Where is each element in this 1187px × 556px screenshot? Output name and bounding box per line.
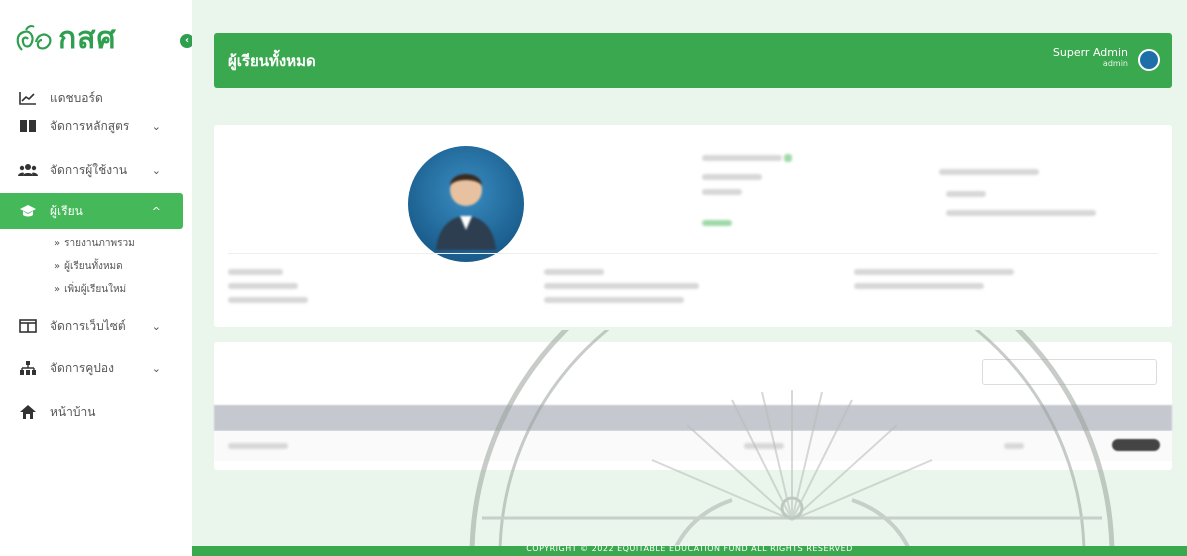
sidebar-item-home[interactable]: หน้าบ้าน: [0, 394, 183, 430]
logo-mark-icon: [16, 25, 52, 51]
profile-avatar: [408, 146, 524, 262]
double-chevron-icon: »: [54, 284, 61, 295]
action-button[interactable]: [1112, 439, 1160, 451]
sidebar-item-courses[interactable]: จัดการหลักสูตร ⌄: [0, 108, 183, 144]
blurred-text: [744, 443, 784, 449]
logo[interactable]: กสศ: [14, 22, 117, 56]
sidebar-item-label: จัดการหลักสูตร: [50, 118, 130, 133]
sidebar-item-label: แดชบอร์ด: [50, 90, 103, 105]
sitemap-icon: [18, 360, 38, 376]
chevron-down-icon: ⌄: [151, 319, 161, 333]
sidebar-item-users[interactable]: จัดการผู้ใช้งาน ⌄: [0, 152, 183, 188]
blurred-text: [228, 269, 283, 275]
blurred-text: [702, 189, 742, 195]
profile-card: [214, 125, 1172, 327]
sidebar-item-label: จัดการเว็บไซต์: [50, 318, 126, 333]
blurred-text: [702, 155, 782, 161]
sidebar-item-coupons[interactable]: จัดการคูปอง ⌄: [0, 350, 183, 386]
chevron-down-icon: ⌄: [151, 119, 161, 133]
table-header: [214, 405, 1172, 431]
blurred-text: [228, 283, 298, 289]
page-title: ผู้เรียนทั้งหมด: [228, 51, 316, 70]
sidebar-subitem-label: ผู้เรียนทั้งหมด: [64, 261, 123, 272]
table-row[interactable]: [214, 431, 1172, 461]
avatar[interactable]: [1138, 49, 1160, 71]
sidebar-subitem-all-learners[interactable]: » ผู้เรียนทั้งหมด: [54, 259, 123, 275]
user-name: Superr Admin: [1052, 46, 1128, 59]
sidebar-item-label: หน้าบ้าน: [50, 404, 96, 419]
blurred-text: [939, 169, 1039, 175]
blurred-text: [544, 269, 604, 275]
sidebar-subitem-add-learner[interactable]: » เพิ่มผู้เรียนใหม่: [54, 282, 126, 298]
blurred-badge: [784, 154, 792, 162]
blurred-text: [854, 269, 1014, 275]
chart-line-icon: [18, 90, 38, 106]
blurred-text: [854, 283, 984, 289]
blurred-text: [228, 443, 288, 449]
logo-text: กสศ: [58, 21, 117, 56]
sidebar-item-label: จัดการคูปอง: [50, 360, 114, 375]
chevron-down-icon: ⌄: [151, 163, 161, 177]
sidebar-item-learners[interactable]: ผู้เรียน ^: [0, 193, 183, 229]
chevron-up-icon: ^: [151, 204, 161, 218]
blurred-text: [544, 283, 699, 289]
columns-icon: [18, 318, 38, 334]
blurred-text: [702, 220, 732, 226]
double-chevron-icon: »: [54, 261, 61, 272]
main-content: ผู้เรียนทั้งหมด Superr Admin admin COPYR…: [192, 0, 1187, 556]
user-menu[interactable]: Superr Admin admin: [1052, 46, 1160, 71]
sidebar-subitem-label: รายงานภาพรวม: [64, 238, 135, 249]
chevron-down-icon: ⌄: [151, 361, 161, 375]
blurred-text: [946, 191, 986, 197]
sidebar-subitem-overview-report[interactable]: » รายงานภาพรวม: [54, 236, 135, 252]
copyright-text: COPYRIGHT © 2022 EQUITABLE EDUCATION FUN…: [526, 544, 853, 553]
graduation-cap-icon: [18, 203, 38, 219]
blurred-text: [702, 174, 762, 180]
page-header: ผู้เรียนทั้งหมด Superr Admin admin: [214, 33, 1172, 88]
blurred-text: [544, 297, 684, 303]
footer: COPYRIGHT © 2022 EQUITABLE EDUCATION FUN…: [192, 544, 1187, 556]
blurred-text: [228, 297, 308, 303]
book-icon: [18, 118, 38, 134]
learners-table-card: [214, 342, 1172, 470]
double-chevron-icon: »: [54, 238, 61, 249]
sidebar-subitem-label: เพิ่มผู้เรียนใหม่: [64, 284, 127, 295]
sidebar-item-label: ผู้เรียน: [50, 203, 83, 218]
users-icon: [18, 162, 38, 178]
home-icon: [18, 404, 38, 420]
blurred-text: [1004, 443, 1024, 449]
sidebar-item-label: จัดการผู้ใช้งาน: [50, 162, 128, 177]
user-role: admin: [1102, 59, 1128, 68]
sidebar: กสศ ‹ แดชบอร์ด จัดการหลักสูตร ⌄ จัดการผู…: [0, 0, 194, 556]
blurred-text: [946, 210, 1096, 216]
search-input[interactable]: [982, 359, 1157, 385]
sidebar-item-website[interactable]: จัดการเว็บไซต์ ⌄: [0, 308, 183, 344]
